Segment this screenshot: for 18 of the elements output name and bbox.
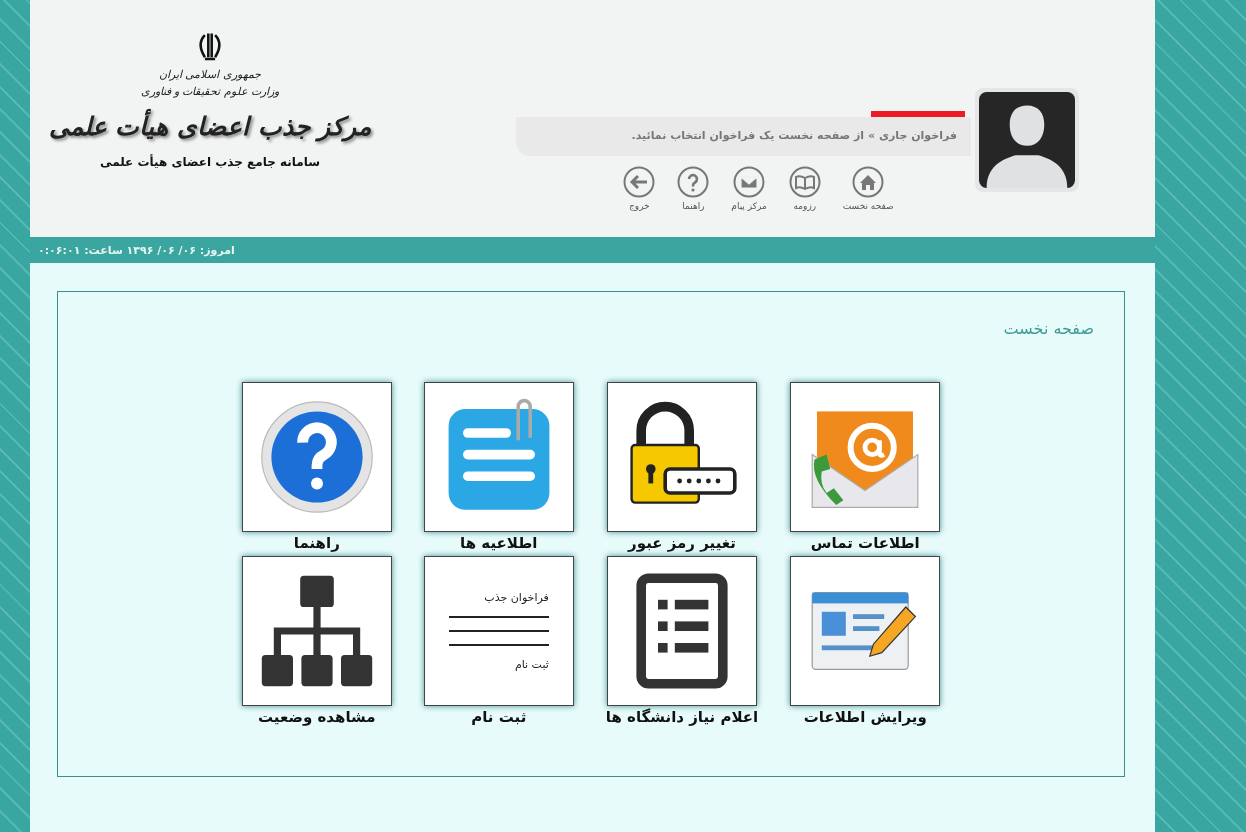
nav-link[interactable]: مرکز پیام bbox=[731, 166, 767, 211]
home-icon bbox=[852, 166, 885, 198]
exit-icon bbox=[623, 166, 656, 198]
date-time: امروز: ۰۶/ ۰۶/ ۱۳۹۶ ساعت: ۰:۰۶:۰۱ bbox=[38, 243, 235, 257]
nav-link[interactable]: خروج bbox=[623, 166, 656, 211]
nav-link[interactable]: راهنما bbox=[677, 166, 710, 211]
book-icon bbox=[788, 166, 821, 198]
current-call-notice: فراخوان جاری » از صفحه نخست یک فراخوان انتخاب نمائید. bbox=[516, 117, 971, 156]
ministry-name: وزارت علوم تحقیقات و فناوری bbox=[140, 85, 280, 98]
system-subtitle: سامانه جامع جذب اعضای هیأت علمی bbox=[100, 155, 321, 169]
form-footer: ثبت نام bbox=[448, 658, 549, 671]
help-icon bbox=[677, 166, 710, 198]
mail-icon bbox=[733, 166, 766, 198]
nav-link[interactable]: صفحه نخست bbox=[842, 166, 894, 211]
form-heading: فراخوان جذب bbox=[483, 591, 549, 604]
country-name: جمهوری اسلامی ایران bbox=[159, 68, 261, 81]
panel-title: صفحه نخست bbox=[1002, 319, 1094, 338]
nav-link[interactable]: رزومه bbox=[788, 166, 821, 211]
